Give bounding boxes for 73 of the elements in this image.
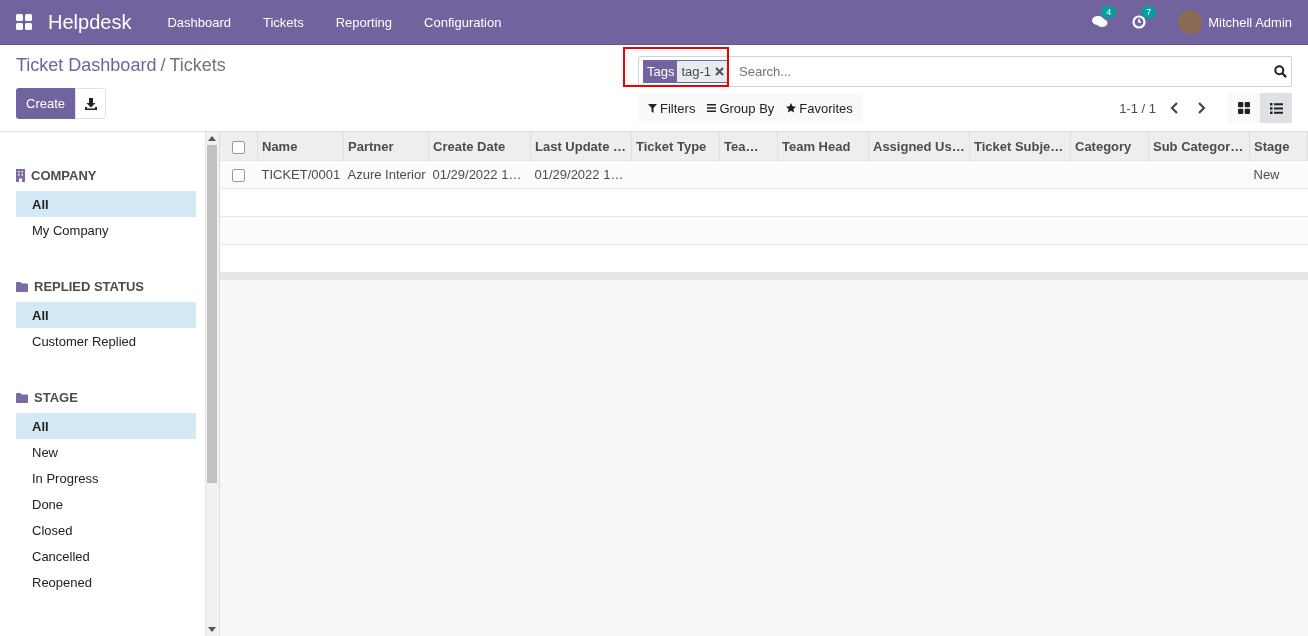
building-icon: [16, 169, 25, 182]
menu-item[interactable]: Reporting: [319, 14, 409, 30]
chevron-right-icon[interactable]: [1197, 102, 1206, 114]
scroll-down-icon[interactable]: [208, 627, 216, 632]
filter-item[interactable]: Cancelled: [16, 543, 196, 569]
filter-item[interactable]: In Progress: [16, 465, 196, 491]
column-header[interactable]: Ticket Subje…: [969, 132, 1071, 161]
chat-bubbles-icon[interactable]: [1092, 15, 1109, 29]
user-name[interactable]: Mitchell Admin: [1208, 14, 1292, 30]
filter-item[interactable]: Done: [16, 491, 196, 517]
row-checkbox[interactable]: [232, 169, 245, 183]
filter-item[interactable]: Closed: [16, 517, 196, 543]
table-cell: 01/29/2022 1…: [534, 167, 624, 182]
kanban-view-button[interactable]: [1228, 93, 1260, 123]
filter-item[interactable]: Reopened: [16, 569, 196, 595]
grid-icon[interactable]: [1238, 102, 1250, 114]
scroll-up-icon[interactable]: [208, 136, 216, 141]
column-header[interactable]: Create Date: [428, 132, 531, 161]
lines-icon[interactable]: [707, 104, 717, 112]
column-header[interactable]: Last Update …: [530, 132, 632, 161]
table-cell: TICKET/0001: [261, 167, 341, 182]
download-button[interactable]: [75, 88, 107, 119]
list-icon[interactable]: [1269, 102, 1283, 114]
breadcrumb-link[interactable]: Ticket Dashboard: [16, 55, 157, 76]
filter-item[interactable]: New: [16, 439, 196, 465]
app-name[interactable]: Helpdesk: [48, 10, 132, 34]
horizontal-scrollbar[interactable]: [219, 272, 1308, 280]
pager-text: 1-1 / 1: [1119, 100, 1156, 116]
table-cell: New: [1253, 167, 1280, 182]
search-field[interactable]: Tags tag-1 Search...: [638, 56, 1292, 87]
search-option[interactable]: Filters: [642, 100, 702, 116]
table-cell: Azure Interior: [347, 167, 426, 182]
breadcrumb-separator: /: [160, 55, 166, 76]
filter-item[interactable]: All: [16, 413, 196, 439]
column-header[interactable]: Ticket Type: [631, 132, 720, 161]
filter-item[interactable]: All: [16, 302, 196, 328]
column-header[interactable]: Partner: [343, 132, 429, 161]
search-facet[interactable]: Tags tag-1: [643, 60, 730, 83]
table-cell: 01/29/2022 1…: [432, 167, 522, 182]
search-icon[interactable]: [1274, 65, 1287, 78]
column-header[interactable]: Category: [1070, 132, 1149, 161]
filter-item[interactable]: All: [16, 191, 196, 217]
column-header[interactable]: Tea…: [719, 132, 778, 161]
column-header[interactable]: Name: [257, 132, 344, 161]
apps-grid-icon[interactable]: [16, 14, 32, 30]
column-header[interactable]: Team Head: [777, 132, 869, 161]
filter-item[interactable]: Customer Replied: [16, 328, 196, 354]
activity-count-badge: 7: [1141, 6, 1157, 18]
section-title: STAGE: [34, 390, 78, 405]
menu-item[interactable]: Dashboard: [151, 14, 247, 30]
create-button[interactable]: Create: [16, 88, 76, 119]
list-view-button[interactable]: [1260, 93, 1292, 123]
filter-item[interactable]: My Company: [16, 217, 196, 243]
section-title: COMPANY: [31, 168, 97, 183]
message-count-badge: 4: [1101, 6, 1117, 18]
folder-icon: [16, 281, 28, 292]
folder-icon: [16, 392, 28, 403]
menu-item[interactable]: Configuration: [408, 14, 518, 30]
clock-icon[interactable]: [1132, 15, 1147, 29]
select-all-checkbox[interactable]: [231, 140, 245, 154]
column-header[interactable]: Assigned Us…: [868, 132, 970, 161]
scrollbar[interactable]: [204, 132, 219, 636]
chevron-left-icon[interactable]: [1170, 102, 1179, 114]
download-icon[interactable]: [84, 97, 97, 110]
star-icon[interactable]: [786, 103, 797, 113]
search-option[interactable]: Favorites: [780, 100, 859, 116]
column-header[interactable]: Stage: [1249, 132, 1308, 161]
funnel-icon[interactable]: [648, 103, 657, 113]
menu-item[interactable]: Tickets: [247, 14, 320, 30]
search-option[interactable]: Group By: [701, 100, 781, 116]
breadcrumb-current: Tickets: [169, 55, 226, 76]
column-header[interactable]: Sub Categor…: [1148, 132, 1250, 161]
section-title: REPLIED STATUS: [34, 279, 145, 294]
